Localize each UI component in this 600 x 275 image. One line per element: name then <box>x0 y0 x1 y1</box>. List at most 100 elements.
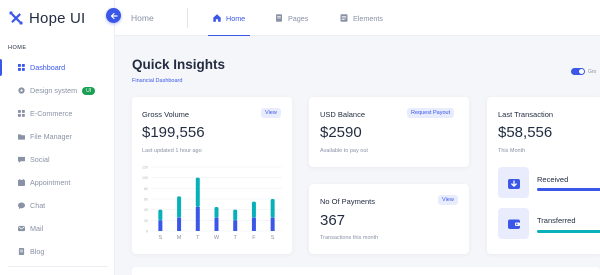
sidebar-item-blog[interactable]: Blog <box>0 240 115 263</box>
sidebar-item-label: Dashboard <box>30 63 66 72</box>
design-icon <box>18 87 25 94</box>
usd-balance-card: USD Balance Request Payout $2590 Availab… <box>309 97 469 167</box>
wallet-icon <box>507 219 520 229</box>
gross-volume-card: Gross Volume View $199,556 Last updated … <box>132 97 292 254</box>
sidebar-item-e-commerce[interactable]: E-Commerce <box>0 102 115 125</box>
card-value: $2590 <box>320 124 362 141</box>
sidebar-item-label: E-Commerce <box>30 109 73 118</box>
home-icon <box>213 14 221 22</box>
chart-ytick-label: 40 <box>144 208 148 212</box>
folder-icon <box>18 134 25 140</box>
page-title: Quick Insights <box>132 57 226 72</box>
chart-bar-segment[interactable] <box>214 217 219 231</box>
chart-ytick-label: 20 <box>144 219 148 223</box>
view-button[interactable]: View <box>438 195 458 205</box>
cart-icon <box>18 110 25 117</box>
tab-pages[interactable]: Pages <box>275 0 308 36</box>
chart-bar-segment[interactable] <box>233 209 238 221</box>
chart-xtick-label: T <box>234 235 238 241</box>
chart-bar-segment[interactable] <box>158 220 163 231</box>
tab-label: Home <box>226 13 246 23</box>
chart-xtick-label: S <box>159 235 163 241</box>
chart-bar-segment[interactable] <box>270 199 275 218</box>
chat-icon <box>18 202 25 209</box>
sidebar-item-label: Social <box>30 155 50 164</box>
chart-bar-segment[interactable] <box>270 217 275 231</box>
sidebar-item-file-manager[interactable]: File Manager <box>0 125 115 148</box>
chart-xtick-label: T <box>196 235 200 241</box>
brand-logo <box>9 11 23 25</box>
toggle-label: Gro <box>588 68 597 75</box>
received-progress <box>537 188 600 191</box>
sidebar-item-chat[interactable]: Chat <box>0 194 115 217</box>
sidebar-item-label: File Manager <box>30 132 72 141</box>
chart-bar-segment[interactable] <box>158 209 163 221</box>
page-subtitle: Financial Dashboard <box>132 78 183 84</box>
chart-ytick-label: 60 <box>144 198 148 202</box>
sidebar-item-appointment[interactable]: Appointment <box>0 171 115 194</box>
request-payout-button[interactable]: Request Payout <box>407 108 455 118</box>
card-value: 367 <box>320 212 346 229</box>
sidebar-badge: UI <box>82 86 96 95</box>
chart-xtick-label: M <box>177 235 182 241</box>
tab-label: Pages <box>288 13 309 23</box>
card-value: $58,556 <box>498 124 553 141</box>
topbar-divider <box>187 8 188 28</box>
sidebar-item-label: Design system <box>30 86 78 95</box>
gross-volume-chart: 0 20 40 60 80 100 120 S M T W T F S <box>142 166 282 241</box>
sidebar-item-label: Chat <box>30 201 46 210</box>
social-icon <box>18 156 25 163</box>
sidebar: Hope UI HOME Dashboard Design system UI … <box>0 0 115 275</box>
tab-home[interactable]: Home <box>207 0 251 36</box>
tab-label: Elements <box>353 13 383 23</box>
elements-icon <box>340 14 348 22</box>
download-icon <box>507 178 520 189</box>
arrow-left-icon <box>110 12 118 19</box>
chart-bar-segment[interactable] <box>195 207 200 231</box>
sidebar-toggle-button[interactable] <box>106 8 121 23</box>
chart-bar-segment[interactable] <box>214 207 219 218</box>
sidebar-item-label: Blog <box>30 247 45 256</box>
transferred-progress <box>537 230 600 233</box>
card-title: Last Transaction <box>498 110 554 119</box>
toggle-switch[interactable] <box>571 68 585 75</box>
sidebar-section-title: HOME <box>8 45 27 51</box>
blog-icon <box>18 248 25 255</box>
chart-xtick-label: S <box>271 235 275 241</box>
received-row <box>498 167 529 198</box>
sidebar-item-design-system[interactable]: Design system UI <box>0 79 115 102</box>
calendar-icon <box>18 179 25 186</box>
chart-ytick-label: 100 <box>142 176 148 180</box>
mail-icon <box>18 225 25 232</box>
card-note: Available to pay out <box>320 148 368 154</box>
display-toggle[interactable]: Gro <box>571 68 596 75</box>
payments-card: No Of Payments View 367 Transactions thi… <box>309 184 469 254</box>
chart-bar-segment[interactable] <box>251 217 256 231</box>
chart-bar-segment[interactable] <box>251 201 256 218</box>
sidebar-item-label: Mail <box>30 224 44 233</box>
bottom-card <box>132 267 600 275</box>
chart-xtick-label: W <box>214 235 220 241</box>
sidebar-nav: Dashboard Design system UI E-Commerce Fi… <box>0 56 115 263</box>
card-note: Transactions this month <box>320 235 379 241</box>
breadcrumb[interactable]: Home <box>131 13 154 23</box>
chart-bar-segment[interactable] <box>195 177 200 207</box>
tab-elements[interactable]: Elements <box>340 0 383 36</box>
received-label: Received <box>537 175 569 184</box>
chart-ytick-label: 120 <box>142 166 148 170</box>
chart-bar-segment[interactable] <box>177 217 182 231</box>
chart-bar-segment[interactable] <box>177 196 182 218</box>
sidebar-item-mail[interactable]: Mail <box>0 217 115 240</box>
sidebar-item-dashboard[interactable]: Dashboard <box>0 56 115 79</box>
chart-bar-segment[interactable] <box>233 220 238 231</box>
chart-ytick-label: 0 <box>146 230 148 234</box>
sidebar-item-social[interactable]: Social <box>0 148 115 171</box>
sidebar-item-label: Appointment <box>30 178 71 187</box>
brand[interactable]: Hope UI <box>0 0 115 36</box>
transferred-row <box>498 208 529 239</box>
chart-xtick-label: F <box>252 235 256 241</box>
grid-icon <box>18 64 25 71</box>
pages-icon <box>276 14 282 22</box>
transferred-label: Transferred <box>537 216 576 225</box>
last-transaction-card: Last Transaction $58,556 This Month Rece… <box>487 97 600 254</box>
